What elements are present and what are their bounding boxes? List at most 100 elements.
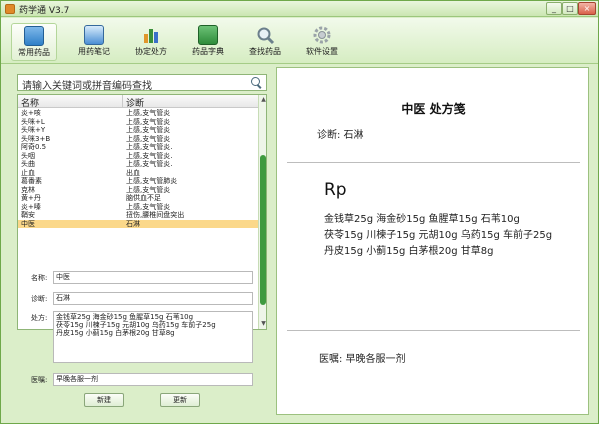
toolbar-notes-button[interactable]: 用药笔记 [71, 23, 117, 61]
minimize-button[interactable]: _ [546, 2, 562, 15]
list-row[interactable]: 头咪3+B 上感,支气管炎 [18, 135, 258, 144]
toolbar-label: 药品字典 [192, 47, 224, 56]
list-row[interactable]: 阿奇0.5 上感,支气管炎. [18, 143, 258, 152]
row-diagnosis: 上感,支气管肺炎 [126, 177, 178, 185]
row-name: 头曲 [21, 160, 35, 168]
list-row[interactable]: 炎+咳 上感,支气管炎 [18, 109, 258, 118]
magnifier-icon [255, 25, 275, 45]
row-diagnosis: 石淋 [126, 219, 140, 228]
prescription-label: 处方: [31, 314, 48, 322]
prescription-line: 金钱草25g 海金砂15g 鱼腥草15g 石苇10g [324, 214, 520, 225]
row-diagnosis: 上感,支气管炎 [126, 109, 171, 117]
prescription-diagnosis: 诊断: 石淋 [317, 130, 364, 141]
list-header: 名称 诊断 [18, 95, 258, 109]
close-button[interactable]: × [578, 2, 596, 15]
pill-box-icon [24, 26, 44, 46]
rx-line: 茯苓15g 川楝子15g 元胡10g 乌药15g 车前子25g [56, 321, 216, 329]
list-row[interactable]: 头咪+L 上感,支气管炎 [18, 118, 258, 127]
row-diagnosis: 上感,支气管炎 [126, 126, 171, 134]
row-diagnosis: 上感,支气管炎. [126, 160, 173, 168]
toolbar-common-drugs-button[interactable]: 常用药品 [11, 23, 57, 61]
rx-line: 丹皮15g 小蓟15g 白茅根20g 甘草8g [56, 329, 175, 337]
list-row[interactable]: 鞘安 扭伤,腰椎间盘突出 [18, 211, 258, 220]
column-header-name[interactable]: 名称 [21, 96, 39, 109]
row-name: 克林 [21, 185, 35, 194]
new-button[interactable]: 新建 [84, 393, 124, 407]
list-row[interactable]: 头咪+Y 上感,支气管炎 [18, 126, 258, 135]
update-button[interactable]: 更新 [160, 393, 200, 407]
prescription-line: 丹皮15g 小蓟15g 白茅根20g 甘草8g [324, 246, 494, 257]
scroll-up-icon[interactable]: ▲ [260, 96, 266, 104]
prescription-line: 茯苓15g 川楝子15g 元胡10g 乌药15g 车前子25g [324, 230, 553, 241]
toolbar-label: 常用药品 [18, 48, 50, 57]
title-bar: 药学通 V3.7 _ □ × [1, 1, 598, 17]
search-input[interactable]: 请输入关键词或拼音编码查找 [17, 74, 267, 92]
list-row[interactable]: 炎+嗪 上感,支气管炎 [18, 203, 258, 212]
rp-symbol: Rp [324, 180, 347, 200]
toolbar-dictionary-button[interactable]: 药品字典 [185, 23, 231, 61]
toolbar-label: 用药笔记 [78, 47, 110, 56]
row-diagnosis: 上感,支气管炎. [126, 143, 173, 151]
name-field[interactable]: 中医 [53, 271, 253, 284]
list-row[interactable]: 头咽 上感,支气管炎. [18, 152, 258, 161]
divider [287, 330, 580, 331]
row-name: 头咪3+B [21, 134, 51, 143]
green-book-icon [198, 25, 218, 45]
advice-label: 医嘱: [31, 376, 48, 384]
prescription-textarea[interactable]: 金钱草25g 海金砂15g 鱼腥草15g 石苇10g 茯苓15g 川楝子15g … [53, 311, 253, 363]
diagnosis-field[interactable]: 石淋 [53, 292, 253, 305]
app-window: 药学通 V3.7 _ □ × 常用药品 用药笔记 协定处方 药品字典 查找药品 [0, 0, 599, 424]
list-row[interactable]: 葛番素 上感,支气管肺炎 [18, 177, 258, 186]
row-diagnosis: 上感,支气管炎 [126, 117, 171, 126]
row-name: 阿奇0.5 [21, 143, 47, 151]
row-diagnosis: 上感,支气管炎 [126, 134, 171, 143]
row-diagnosis: 上感,支气管炎 [126, 185, 171, 194]
list-rows: 炎+咳 上感,支气管炎 头咪+L 上感,支气管炎 头咪+Y 上感,支气管炎 头咪3+B… [18, 109, 258, 228]
search-placeholder: 请输入关键词或拼音编码查找 [22, 81, 152, 92]
column-divider [122, 95, 123, 108]
row-name: 鞘安 [21, 211, 35, 219]
toolbar-label: 软件设置 [306, 47, 338, 56]
edit-form: 名称: 中医 诊断: 石淋 处方: 金钱草25g 海金砂15g 鱼腥草15g 石… [17, 263, 267, 413]
advice-field[interactable]: 早晚各服一剂 [53, 373, 253, 386]
toolbar-label: 协定处方 [135, 47, 167, 56]
row-diagnosis: 出血 [126, 168, 140, 177]
name-label: 名称: [31, 274, 48, 282]
diagnosis-label: 诊断: [31, 295, 48, 303]
row-diagnosis: 扭伤,腰椎间盘突出 [126, 211, 185, 219]
row-name: 头咪+L [21, 117, 45, 126]
row-diagnosis: 脑供血不足 [126, 194, 161, 202]
search-icon[interactable] [251, 77, 263, 89]
bar-chart-icon [141, 25, 161, 45]
rx-line: 金钱草25g 海金砂15g 鱼腥草15g 石苇10g [56, 313, 194, 321]
main-toolbar: 常用药品 用药笔记 协定处方 药品字典 查找药品 软件设置 [1, 18, 598, 64]
row-name: 葛番素 [21, 177, 42, 185]
list-row[interactable]: 止血 出血 [18, 169, 258, 178]
list-row[interactable]: 克林 上感,支气管炎 [18, 186, 258, 195]
column-header-diagnosis[interactable]: 诊断 [126, 96, 144, 109]
row-name: 中医 [21, 219, 35, 228]
toolbar-search-drugs-button[interactable]: 查找药品 [242, 23, 288, 61]
gear-icon [312, 25, 332, 45]
window-title: 药学通 V3.7 [19, 6, 70, 16]
row-diagnosis: 上感,支气管炎. [126, 151, 173, 160]
prescription-preview: 中医 处方笺 诊断: 石淋 Rp 金钱草25g 海金砂15g 鱼腥草15g 石苇… [276, 67, 589, 415]
row-name: 头咪+Y [21, 126, 46, 134]
left-panel: 请输入关键词或拼音编码查找 名称 诊断 炎+咳 上感,支气管炎 头咪+L 上感,支气… [17, 74, 267, 414]
list-row[interactable]: 头曲 上感,支气管炎. [18, 160, 258, 169]
toolbar-prescriptions-button[interactable]: 协定处方 [128, 23, 174, 61]
notebook-icon [84, 25, 104, 45]
prescription-title: 中医 处方笺 [401, 102, 466, 116]
list-row-selected[interactable]: 中医 石淋 [18, 219, 258, 228]
app-logo-icon [5, 4, 15, 14]
row-name: 炎+嗪 [21, 202, 41, 211]
toolbar-settings-button[interactable]: 软件设置 [299, 23, 345, 61]
maximize-button[interactable]: □ [562, 2, 578, 15]
row-name: 黄+丹 [21, 194, 41, 202]
row-name: 头咽 [21, 151, 35, 160]
list-row[interactable]: 黄+丹 脑供血不足 [18, 194, 258, 203]
row-name: 止血 [21, 168, 35, 177]
divider [287, 162, 580, 163]
row-name: 炎+咳 [21, 109, 41, 117]
prescription-advice: 医嘱: 早晚各服一剂 [319, 354, 406, 365]
